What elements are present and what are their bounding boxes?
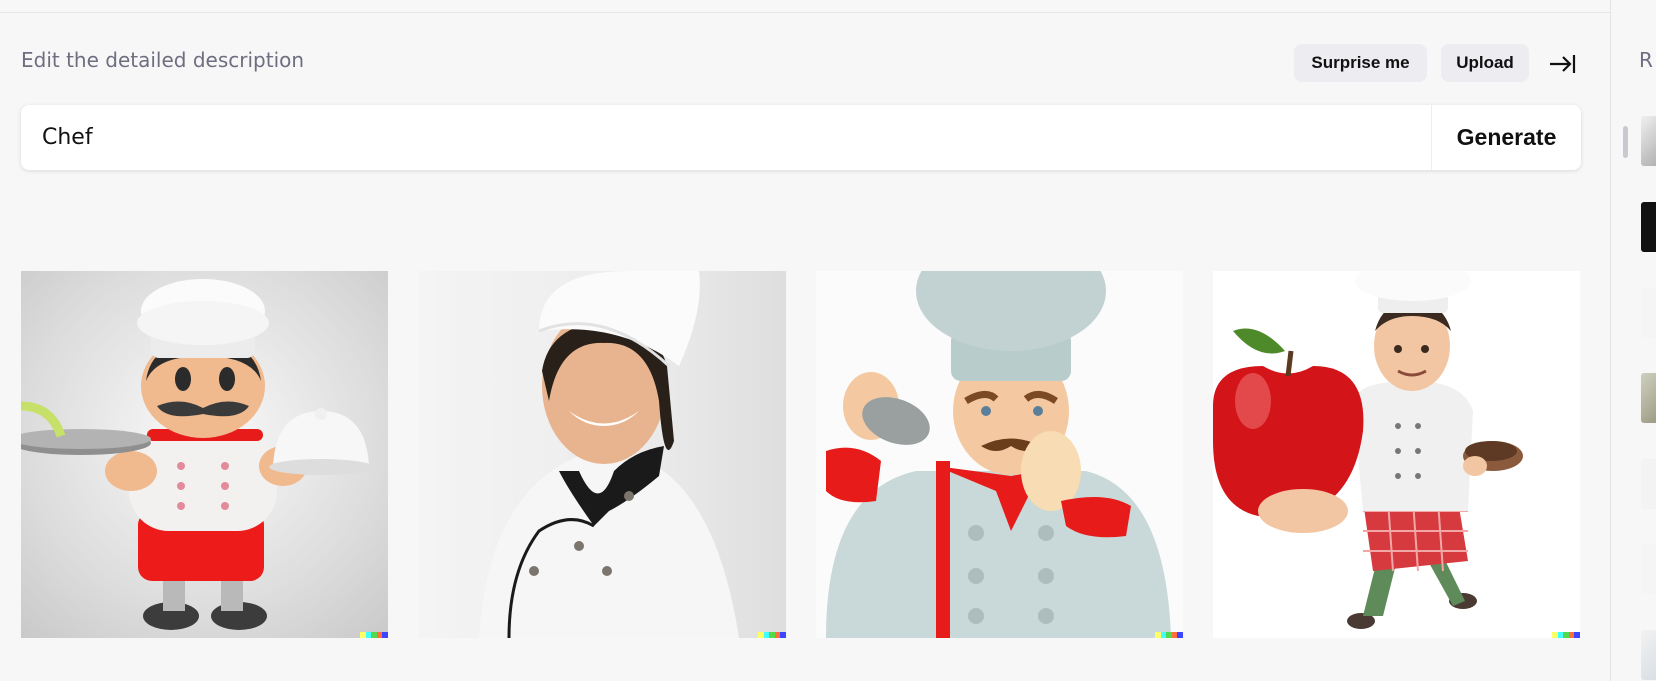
history-sidebar: R [1610, 0, 1656, 681]
history-thumbnail[interactable] [1641, 373, 1656, 423]
sidebar-label: R [1639, 48, 1653, 72]
history-thumbnail[interactable] [1641, 459, 1656, 509]
upload-button[interactable]: Upload [1441, 44, 1529, 82]
generate-button[interactable]: Generate [1432, 105, 1581, 170]
generation-watermark [758, 632, 786, 638]
generation-watermark [360, 632, 388, 638]
sidebar-scrollbar[interactable] [1623, 126, 1628, 158]
history-thumbnail[interactable] [1641, 202, 1656, 252]
smiling-chef-photo-image [479, 271, 739, 638]
surprise-me-button[interactable]: Surprise me [1294, 44, 1427, 82]
history-thumbnail[interactable] [1641, 630, 1656, 680]
cartoon-chef-mustache-image [826, 271, 1171, 638]
history-thumbnail[interactable] [1641, 116, 1656, 166]
generation-watermark [1155, 632, 1183, 638]
main-panel: Edit the detailed description Surprise m… [0, 0, 1610, 681]
arrow-right-to-bar-icon[interactable] [1546, 48, 1578, 80]
prompt-input[interactable] [21, 105, 1431, 170]
result-image-2[interactable] [419, 271, 786, 638]
history-thumbnail[interactable] [1641, 288, 1656, 338]
history-thumbnail[interactable] [1641, 544, 1656, 594]
cartoon-chef-tray-image [21, 279, 373, 630]
editor-heading: Edit the detailed description [21, 48, 305, 72]
generation-watermark [1552, 632, 1580, 638]
result-image-4[interactable] [1213, 271, 1580, 638]
top-divider [0, 12, 1610, 13]
cartoon-chef-apple-image [1213, 271, 1523, 629]
result-image-1[interactable] [21, 271, 388, 638]
result-image-3[interactable] [816, 271, 1183, 638]
prompt-box: Generate [21, 105, 1581, 170]
